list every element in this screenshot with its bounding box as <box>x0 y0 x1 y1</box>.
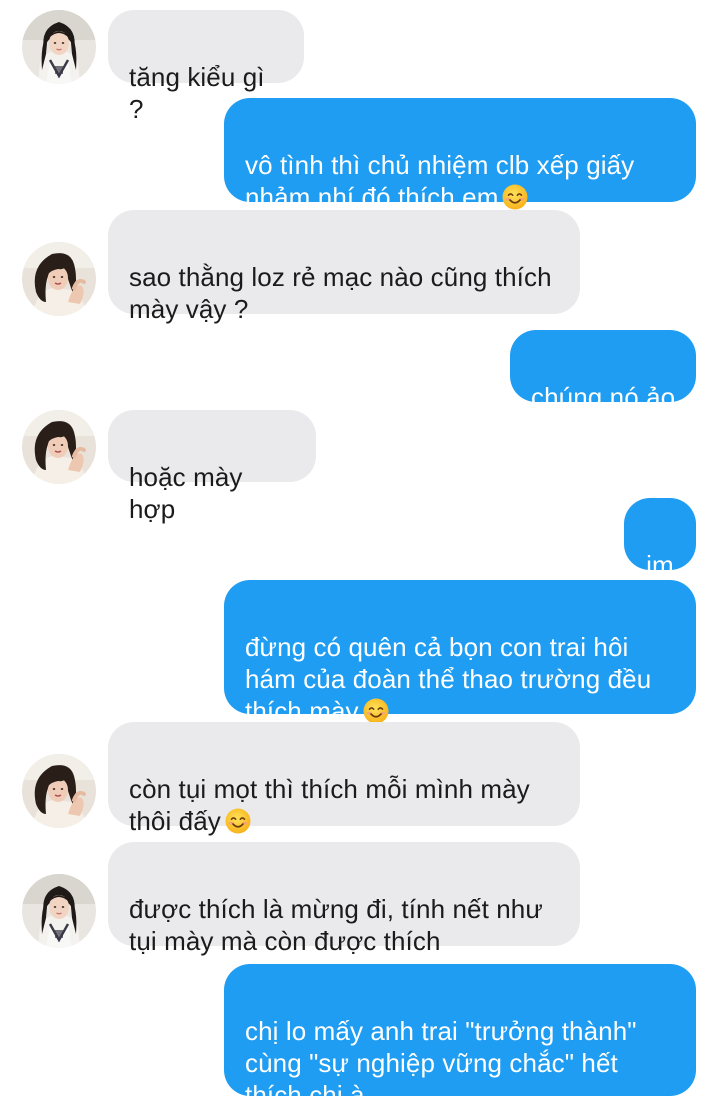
smiling-face-emoji-icon <box>502 184 528 210</box>
message-text: được thích là mừng đi, tính nết như tụi … <box>129 894 543 956</box>
incoming-message-bubble[interactable]: được thích là mừng đi, tính nết như tụi … <box>108 842 580 956</box>
avatar-image <box>22 410 96 484</box>
message-text: còn tụi mọt thì thích mỗi mình mày thôi … <box>129 774 530 836</box>
outgoing-message-bubble[interactable]: đừng có quên cả bọn con trai hôi hám của… <box>224 580 696 726</box>
outgoing-message-bubble[interactable]: chị lo mấy anh trai "trưởng thành" cùng … <box>224 964 696 1110</box>
smiling-face-emoji-icon <box>363 698 389 724</box>
message-text: sao thằng loz rẻ mạc nào cũng thích mày … <box>129 262 552 324</box>
smiling-face-emoji-icon <box>225 808 251 834</box>
incoming-message-bubble[interactable]: sao thằng loz rẻ mạc nào cũng thích mày … <box>108 210 580 324</box>
incoming-message-bubble[interactable]: tăng kiểu gì ? <box>108 10 304 124</box>
chat-thread[interactable]: tăng kiểu gì ? vô tình thì chủ nhiệm clb… <box>0 0 720 1110</box>
outgoing-message-bubble[interactable]: chúng nó ảo <box>510 330 696 412</box>
incoming-message-bubble[interactable]: hoặc mày hợp <box>108 410 316 524</box>
message-text: chúng nó ảo <box>531 382 676 412</box>
message-text: đừng có quên cả bọn con trai hôi hám của… <box>245 632 652 726</box>
avatar-image <box>22 10 96 84</box>
avatar[interactable] <box>22 874 96 948</box>
avatar[interactable] <box>22 410 96 484</box>
avatar-image <box>22 754 96 828</box>
message-text: chị lo mấy anh trai "trưởng thành" cùng … <box>245 1016 637 1110</box>
avatar-image <box>22 242 96 316</box>
outgoing-message-bubble[interactable]: vô tình thì chủ nhiệm clb xếp giấy nhảm … <box>224 98 696 212</box>
avatar-image <box>22 874 96 948</box>
outgoing-message-bubble[interactable]: im <box>624 498 696 580</box>
incoming-message-bubble[interactable]: còn tụi mọt thì thích mỗi mình mày thôi … <box>108 722 580 836</box>
avatar[interactable] <box>22 754 96 828</box>
message-text: hoặc mày hợp <box>129 462 243 524</box>
message-text: im <box>646 550 674 580</box>
message-text: vô tình thì chủ nhiệm clb xếp giấy nhảm … <box>245 150 635 212</box>
avatar[interactable] <box>22 10 96 84</box>
avatar[interactable] <box>22 242 96 316</box>
